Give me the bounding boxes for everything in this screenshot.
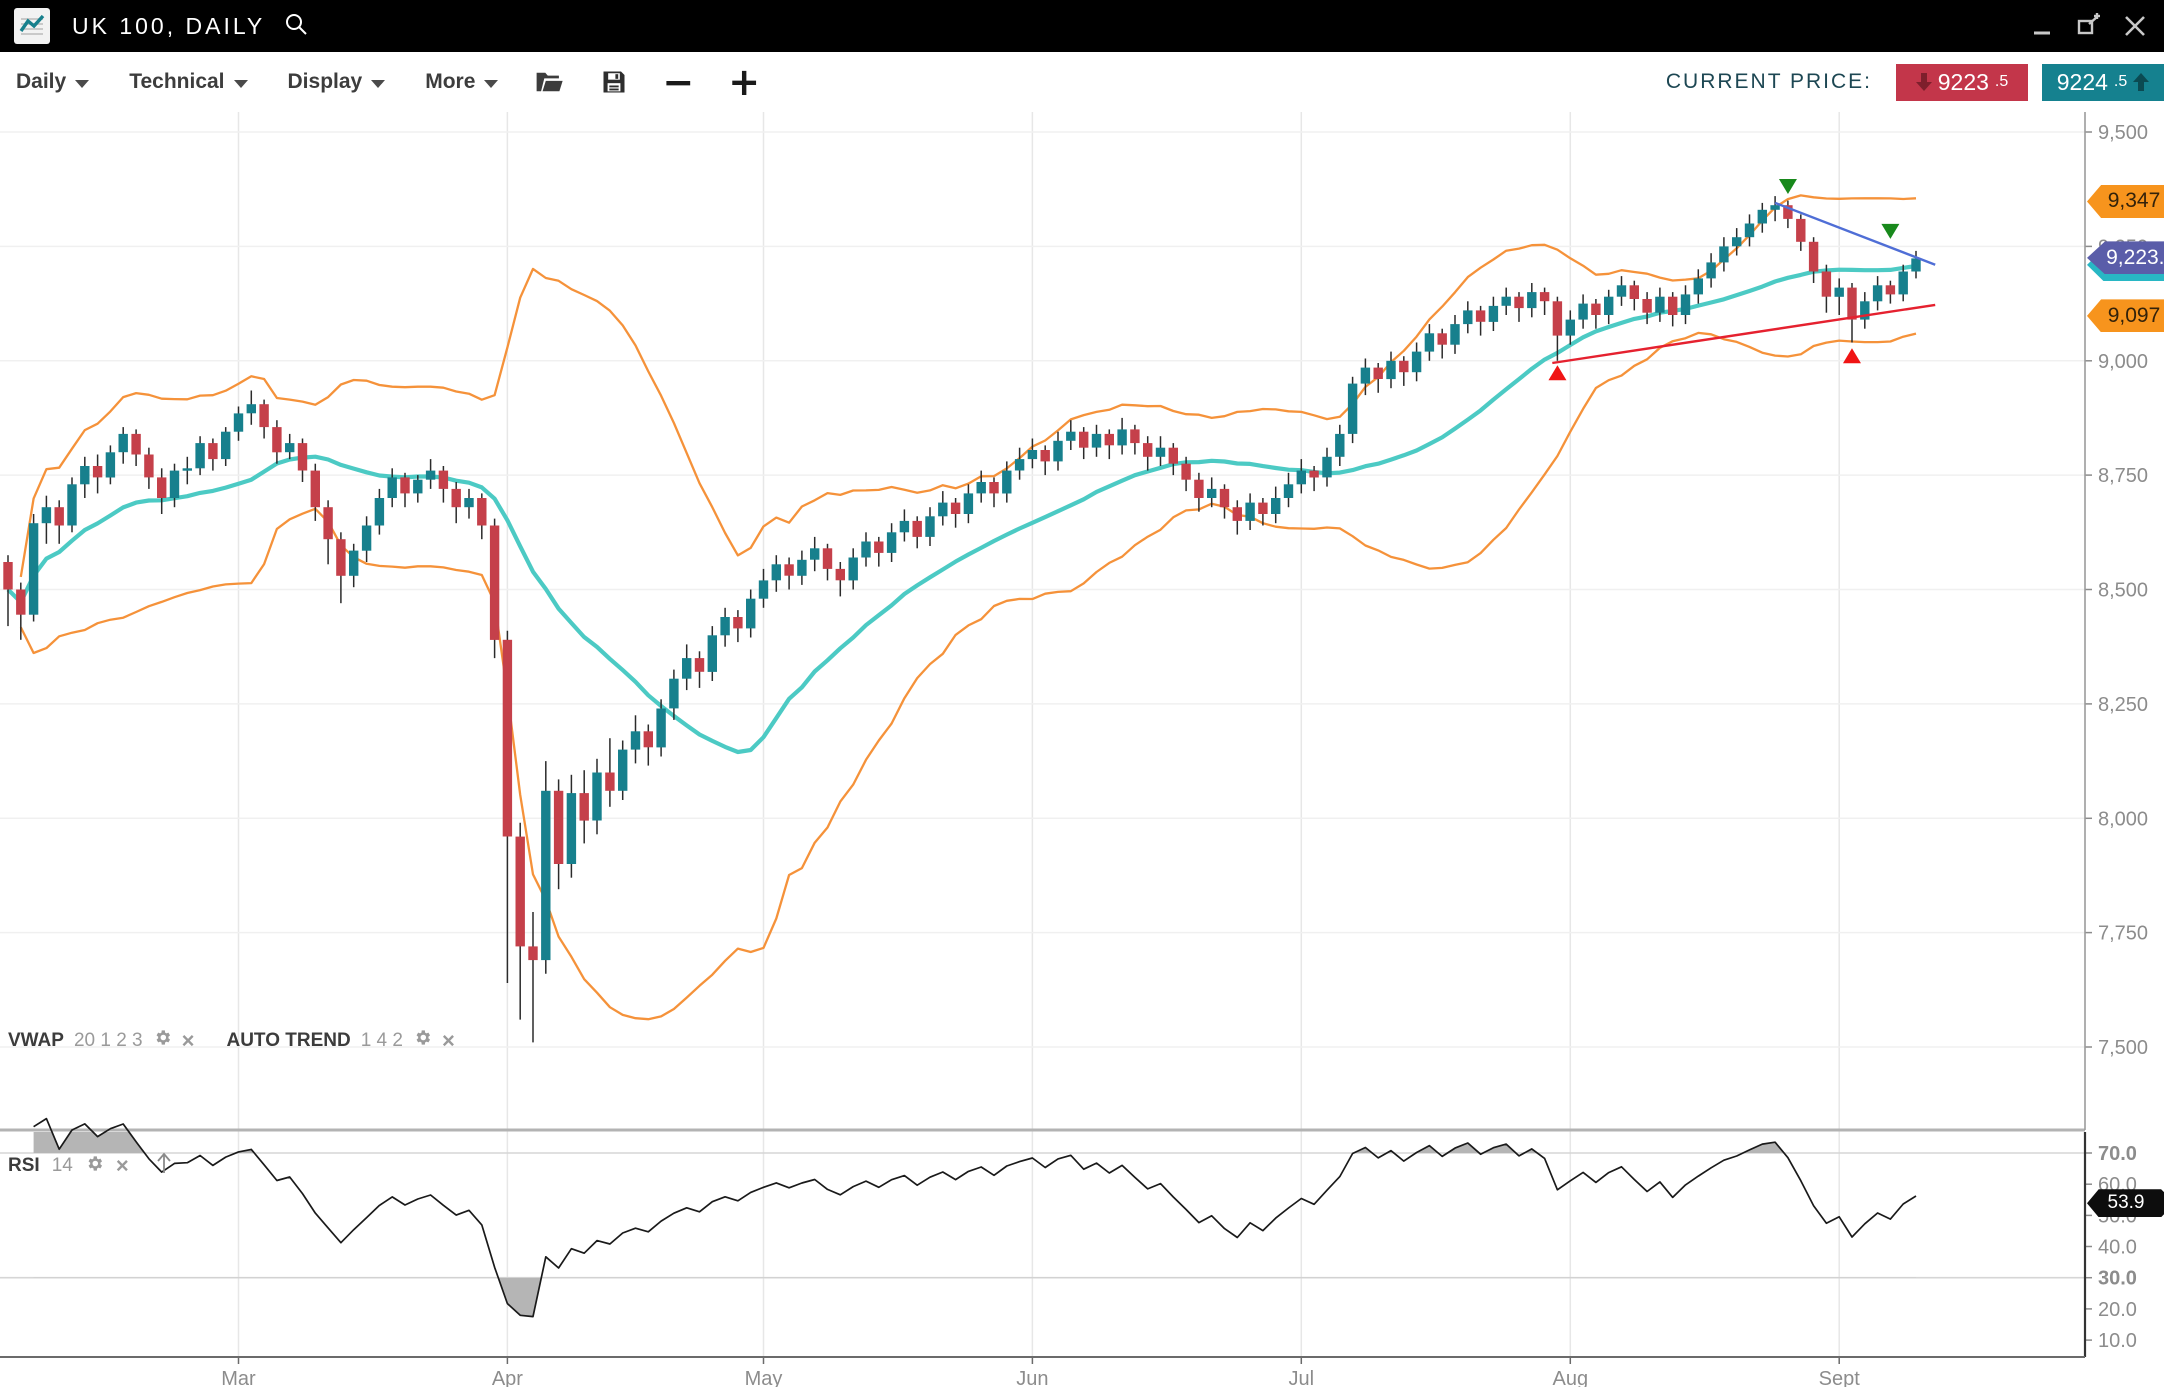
minimize-button[interactable] — [2030, 13, 2056, 39]
svg-text:8,750: 8,750 — [2098, 465, 2148, 487]
svg-text:8,000: 8,000 — [2098, 808, 2148, 830]
menu-display[interactable]: Display — [288, 70, 386, 94]
svg-text:Sept: Sept — [1819, 1368, 1861, 1387]
search-icon[interactable] — [283, 11, 309, 42]
svg-text:7,500: 7,500 — [2098, 1037, 2148, 1059]
chevron-down-icon — [371, 80, 385, 88]
buy-price: 9224 — [2057, 69, 2108, 96]
vwap-remove-icon[interactable]: × — [182, 1030, 195, 1052]
svg-text:Jun: Jun — [1016, 1368, 1048, 1387]
chart-window: { "window": { "title": "UK 100, DAILY", … — [0, 0, 2164, 1387]
zoom-out-icon[interactable]: − — [662, 63, 694, 101]
svg-text:40.0: 40.0 — [2098, 1237, 2137, 1259]
sell-price: 9223 — [1938, 69, 1989, 96]
buy-price-decimal: .5 — [2114, 73, 2127, 91]
menu-more-label: More — [425, 70, 475, 94]
menu-more[interactable]: More — [425, 70, 498, 94]
svg-text:7,750: 7,750 — [2098, 923, 2148, 945]
arrow-down-icon — [1916, 72, 1932, 92]
rsi-label: RSI — [8, 1155, 40, 1177]
rsi-settings-gear-icon[interactable] — [85, 1154, 104, 1179]
titlebar: UK 100, DAILY — [0, 0, 2164, 52]
toolbar: Daily Technical Display More — [0, 52, 2164, 112]
sell-price-decimal: .5 — [1995, 73, 2008, 91]
svg-text:8,250: 8,250 — [2098, 694, 2148, 716]
close-icon[interactable] — [2122, 13, 2148, 39]
auto-trend-params: 1 4 2 — [361, 1030, 403, 1052]
menu-daily-label: Daily — [16, 70, 66, 94]
chevron-down-icon — [75, 80, 89, 88]
svg-text:20.0: 20.0 — [2098, 1299, 2137, 1321]
open-folder-icon[interactable] — [534, 69, 564, 95]
svg-text:9,000: 9,000 — [2098, 351, 2148, 373]
price-chart-canvas[interactable]: MarAprMayJunJulAugSept9,5009,2509,0008,7… — [0, 0, 2164, 1387]
svg-text:Apr: Apr — [492, 1368, 523, 1387]
save-icon[interactable] — [600, 68, 628, 96]
svg-text:10.0: 10.0 — [2098, 1330, 2137, 1352]
app-chart-icon — [14, 8, 50, 44]
window-title: UK 100, DAILY — [72, 13, 265, 40]
svg-text:70.0: 70.0 — [2098, 1143, 2137, 1165]
rsi-params: 14 — [52, 1155, 73, 1177]
sell-button[interactable]: 9223 .5 — [1896, 64, 2028, 101]
menu-daily[interactable]: Daily — [16, 70, 89, 94]
overlay-indicator-row: VWAP 20 1 2 3 × AUTO TREND 1 4 2 × — [8, 1028, 475, 1053]
rsi-move-up-arrow-icon[interactable] — [155, 1152, 173, 1180]
menu-technical[interactable]: Technical — [129, 70, 247, 94]
svg-text:30.0: 30.0 — [2098, 1268, 2137, 1290]
rsi-remove-icon[interactable]: × — [116, 1155, 129, 1177]
arrow-up-icon — [2133, 72, 2149, 92]
vwap-params: 20 1 2 3 — [74, 1030, 143, 1052]
chevron-down-icon — [234, 80, 248, 88]
vwap-settings-gear-icon[interactable] — [153, 1028, 172, 1053]
zoom-in-icon[interactable]: + — [728, 63, 760, 101]
lower-band-price-tag: 9,097 — [2087, 299, 2164, 332]
current-price-zone: CURRENT PRICE: 9223 .5 9224 .5 — [1666, 64, 2164, 101]
svg-text:May: May — [745, 1368, 783, 1387]
auto-trend-label: AUTO TREND — [226, 1030, 350, 1052]
auto-trend-remove-icon[interactable]: × — [442, 1030, 455, 1052]
upper-band-price-tag: 9,347 — [2087, 185, 2164, 218]
svg-text:9,500: 9,500 — [2098, 122, 2148, 144]
svg-text:Jul: Jul — [1289, 1368, 1315, 1387]
svg-text:Aug: Aug — [1553, 1368, 1589, 1387]
window-controls — [2030, 13, 2148, 39]
vwap-label: VWAP — [8, 1030, 64, 1052]
rsi-value-tag: 53.9 — [2087, 1189, 2164, 1217]
menu-technical-label: Technical — [129, 70, 224, 94]
current-price-label: CURRENT PRICE: — [1666, 70, 1872, 94]
chevron-down-icon — [484, 80, 498, 88]
popout-button[interactable] — [2076, 13, 2102, 39]
menu-display-label: Display — [288, 70, 363, 94]
buy-button[interactable]: 9224 .5 — [2042, 64, 2164, 101]
svg-text:8,500: 8,500 — [2098, 580, 2148, 602]
rsi-indicator-row: RSI 14 × — [8, 1152, 173, 1180]
svg-text:Mar: Mar — [221, 1368, 256, 1387]
auto-trend-settings-gear-icon[interactable] — [413, 1028, 432, 1053]
